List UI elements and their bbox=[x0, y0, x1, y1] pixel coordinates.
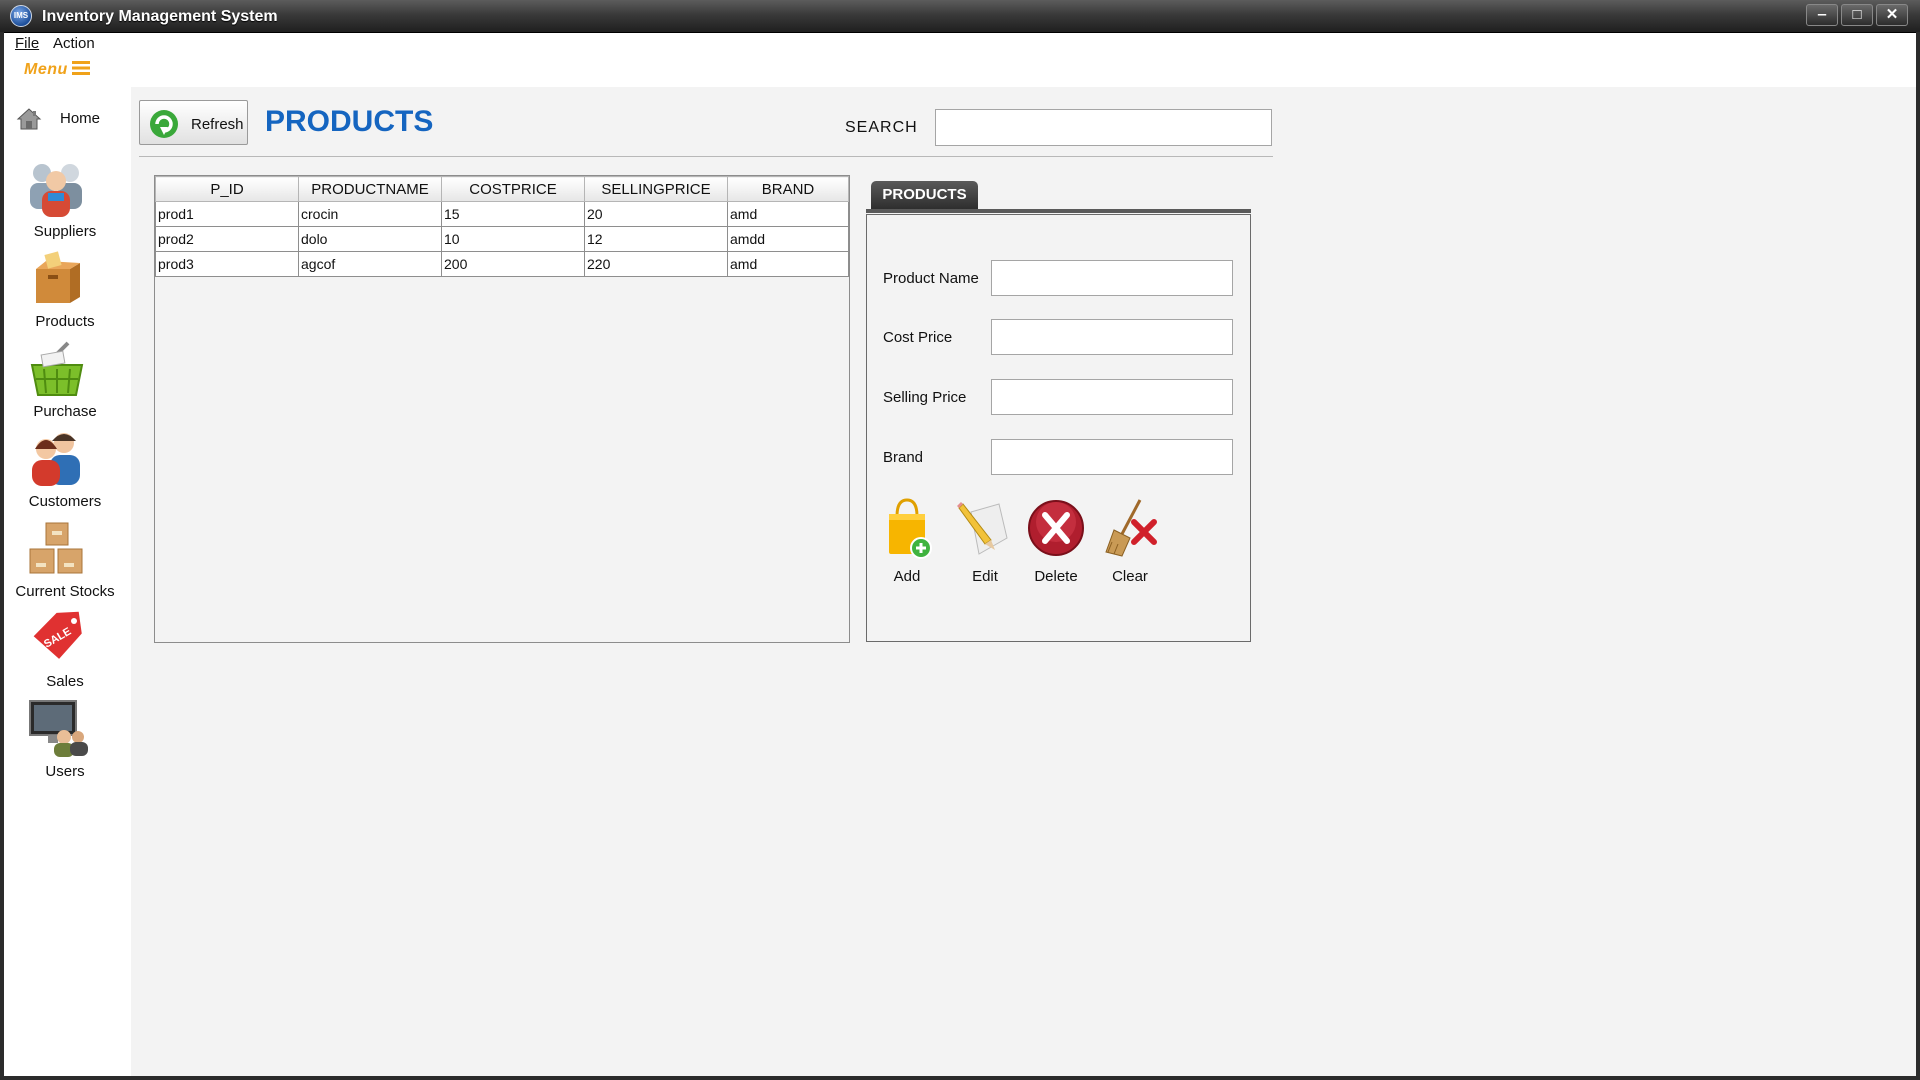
suppliers-icon bbox=[30, 164, 82, 217]
add-bag-icon bbox=[889, 498, 932, 559]
sidebar-item-label: Users bbox=[45, 763, 85, 780]
sidebar-item-home[interactable]: Home bbox=[16, 105, 126, 135]
table-cell[interactable]: 200 bbox=[441, 251, 585, 277]
sidebar-item-label: Products bbox=[35, 313, 95, 330]
minimize-button[interactable]: ‒ bbox=[1806, 4, 1838, 26]
table-cell[interactable]: 220 bbox=[584, 251, 728, 277]
menu-action[interactable]: Action bbox=[53, 35, 95, 52]
table-cell[interactable]: prod1 bbox=[155, 201, 299, 227]
table-cell[interactable]: dolo bbox=[298, 226, 442, 252]
sidebar-item-label: Current Stocks bbox=[15, 583, 115, 600]
sidebar-item-label: Customers bbox=[28, 493, 102, 510]
brand-label: Brand bbox=[883, 449, 924, 466]
clear-button[interactable]: Clear bbox=[1090, 498, 1170, 588]
sidebar-item-suppliers[interactable]: Suppliers bbox=[4, 157, 131, 257]
table-cell[interactable]: 10 bbox=[441, 226, 585, 252]
table-cell[interactable]: amd bbox=[727, 201, 849, 227]
add-button[interactable]: Add bbox=[867, 498, 947, 588]
window-frame-bottom bbox=[0, 1076, 1920, 1080]
table-cell[interactable]: crocin bbox=[298, 201, 442, 227]
sidebar-item-label: Home bbox=[60, 110, 101, 127]
refresh-button[interactable]: Refresh bbox=[139, 100, 248, 145]
edit-button[interactable]: Edit bbox=[945, 498, 1025, 588]
menu-file-label: File bbox=[15, 35, 40, 52]
sidebar-item-label: Sales bbox=[46, 673, 84, 690]
sidebar-item-sales[interactable]: SALE Sales bbox=[4, 607, 131, 707]
refresh-label: Refresh bbox=[191, 116, 244, 133]
product-name-label: Product Name bbox=[883, 270, 979, 287]
table-cell[interactable]: amdd bbox=[727, 226, 849, 252]
clear-label: Clear bbox=[1112, 568, 1148, 585]
delete-button[interactable]: Delete bbox=[1016, 498, 1096, 588]
table-cell[interactable]: 12 bbox=[584, 226, 728, 252]
table-row[interactable]: prod2 dolo 10 12 amdd bbox=[155, 226, 849, 252]
column-header-sellingprice[interactable]: SELLINGPRICE bbox=[584, 176, 728, 202]
sales-icon: SALE bbox=[33, 611, 82, 659]
table-row[interactable]: prod1 crocin 15 20 amd bbox=[155, 201, 849, 227]
app-logo-icon: IMS bbox=[10, 5, 32, 27]
users-icon bbox=[29, 700, 88, 757]
column-header-brand[interactable]: BRAND bbox=[727, 176, 849, 202]
sidebar-item-label: Suppliers bbox=[33, 223, 97, 240]
menu-toggle-label: Menu bbox=[24, 61, 68, 78]
menu-toggle-button[interactable]: Menu bbox=[24, 61, 90, 79]
products-table: P_ID PRODUCTNAME COSTPRICE SELLINGPRICE … bbox=[155, 176, 849, 277]
tab-products-form[interactable]: PRODUCTS bbox=[871, 181, 978, 209]
sidebar: Home Suppliers Products Purchase Custome… bbox=[4, 87, 131, 1076]
menu-bar: File Action Menu bbox=[4, 33, 1916, 87]
window-title-bar: IMS Inventory Management System ‒ □ ✕ bbox=[0, 0, 1920, 33]
brand-field[interactable] bbox=[991, 439, 1233, 475]
cost-price-label: Cost Price bbox=[883, 329, 953, 346]
delete-x-icon bbox=[1028, 500, 1084, 556]
page-title: PRODUCTS bbox=[265, 105, 434, 138]
edit-label: Edit bbox=[972, 568, 998, 585]
table-row[interactable]: prod3 agcof 200 220 amd bbox=[155, 251, 849, 277]
edit-pencil-icon bbox=[957, 502, 1008, 555]
window-frame-right bbox=[1916, 32, 1920, 1080]
column-header-productname[interactable]: PRODUCTNAME bbox=[298, 176, 442, 202]
sidebar-item-purchase[interactable]: Purchase bbox=[4, 337, 131, 437]
search-label: SEARCH bbox=[845, 119, 918, 136]
purchase-icon bbox=[30, 341, 84, 396]
sidebar-item-products[interactable]: Products bbox=[4, 247, 131, 347]
column-header-costprice[interactable]: COSTPRICE bbox=[441, 176, 585, 202]
stocks-icon bbox=[29, 522, 83, 574]
table-cell[interactable]: 15 bbox=[441, 201, 585, 227]
close-button[interactable]: ✕ bbox=[1876, 4, 1908, 26]
products-table-panel: P_ID PRODUCTNAME COSTPRICE SELLINGPRICE … bbox=[154, 175, 850, 643]
table-cell[interactable]: agcof bbox=[298, 251, 442, 277]
refresh-icon bbox=[150, 110, 178, 138]
toolbar-divider bbox=[139, 156, 1273, 157]
add-label: Add bbox=[893, 568, 921, 585]
cost-price-field[interactable] bbox=[991, 319, 1233, 355]
sidebar-item-current-stocks[interactable]: Current Stocks bbox=[4, 517, 131, 617]
table-cell[interactable]: prod3 bbox=[155, 251, 299, 277]
products-icon bbox=[36, 251, 80, 303]
sidebar-item-label: Purchase bbox=[33, 403, 97, 420]
selling-price-field[interactable] bbox=[991, 379, 1233, 415]
customers-icon bbox=[32, 433, 80, 486]
column-header-p-id[interactable]: P_ID bbox=[155, 176, 299, 202]
maximize-button[interactable]: □ bbox=[1841, 4, 1873, 26]
window-title: Inventory Management System bbox=[42, 8, 278, 25]
hamburger-icon bbox=[71, 61, 90, 75]
table-cell[interactable]: prod2 bbox=[155, 226, 299, 252]
table-header-row: P_ID PRODUCTNAME COSTPRICE SELLINGPRICE … bbox=[155, 176, 849, 202]
home-icon bbox=[16, 108, 42, 130]
table-cell[interactable]: 20 bbox=[584, 201, 728, 227]
clear-broom-icon bbox=[1105, 499, 1157, 557]
sidebar-item-customers[interactable]: Customers bbox=[4, 427, 131, 527]
sidebar-item-users[interactable]: Users bbox=[4, 697, 131, 797]
tab-underline bbox=[866, 209, 1251, 213]
product-name-field[interactable] bbox=[991, 260, 1233, 296]
search-input[interactable] bbox=[935, 109, 1272, 146]
table-cell[interactable]: amd bbox=[727, 251, 849, 277]
menu-file[interactable]: File bbox=[15, 35, 39, 52]
selling-price-label: Selling Price bbox=[883, 389, 967, 406]
delete-label: Delete bbox=[1034, 568, 1078, 585]
